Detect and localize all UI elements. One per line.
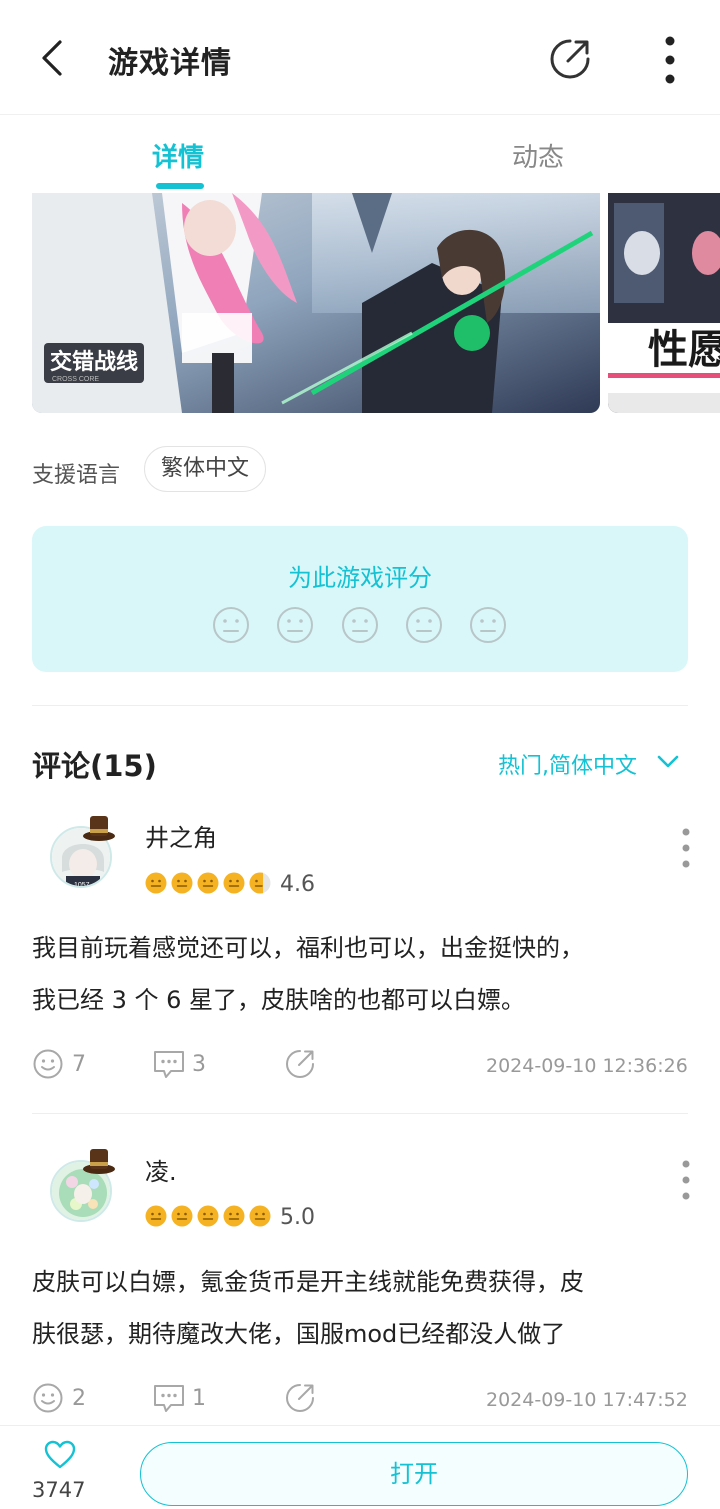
hat-badge-icon bbox=[83, 816, 115, 841]
rating-face-icon bbox=[171, 1205, 193, 1227]
neutral-face-icon[interactable] bbox=[276, 606, 314, 644]
divider bbox=[32, 1113, 688, 1114]
tab-indicator bbox=[156, 183, 204, 189]
rating-score: 5.0 bbox=[280, 1205, 315, 1230]
comment-text-line: 我已经 3 个 6 星了，皮肤啥的也都可以白嫖。 bbox=[32, 986, 526, 1014]
like-count: 2 bbox=[72, 1386, 86, 1411]
more-vertical-icon[interactable] bbox=[680, 828, 692, 868]
like-smile-icon[interactable] bbox=[32, 1048, 64, 1080]
favorite-count: 3747 bbox=[32, 1478, 86, 1502]
rating-face-icon bbox=[197, 1205, 219, 1227]
comments-filter[interactable]: 热门,简体中文 bbox=[498, 748, 637, 780]
game-logo-text: 交错战线 bbox=[50, 349, 138, 374]
more-vertical-icon[interactable] bbox=[680, 1160, 692, 1200]
neutral-face-icon[interactable] bbox=[405, 606, 443, 644]
hat-badge-icon bbox=[83, 1149, 115, 1174]
rating-face-icon bbox=[145, 1205, 167, 1227]
screenshot-2-text: 性愿 bbox=[648, 328, 720, 372]
top-app-bar: 游戏详情 bbox=[0, 0, 720, 115]
reply-count: 3 bbox=[192, 1052, 206, 1077]
tab-detail[interactable]: 详情 bbox=[152, 137, 204, 174]
game-screenshot-2[interactable]: 性愿 bbox=[608, 193, 720, 413]
more-menu-button[interactable] bbox=[656, 34, 684, 86]
neutral-face-icon[interactable] bbox=[212, 606, 250, 644]
rating-face-icon bbox=[223, 872, 245, 894]
comment-text-line: 我目前玩着感觉还可以，福利也可以，出金挺快的， bbox=[32, 934, 584, 962]
page-title: 游戏详情 bbox=[108, 46, 232, 81]
reply-icon[interactable] bbox=[152, 1048, 186, 1080]
like-count: 7 bbox=[72, 1052, 86, 1077]
chevron-down-icon[interactable] bbox=[656, 752, 680, 772]
share-button[interactable] bbox=[546, 35, 594, 83]
comment-text[interactable]: 皮肤可以白嫖，氪金货币是开主线就能免费获得，皮 肤很瑟，期待魔改大佬，国服mod… bbox=[32, 1256, 692, 1360]
rating-face-icon bbox=[249, 1205, 271, 1227]
neutral-face-icon[interactable] bbox=[341, 606, 379, 644]
commenter-name[interactable]: 井之角 bbox=[145, 818, 217, 853]
language-chip[interactable]: 繁体中文 bbox=[144, 446, 267, 492]
svg-text:1057: 1057 bbox=[74, 882, 90, 888]
comment-text[interactable]: 我目前玩着感觉还可以，福利也可以，出金挺快的， 我已经 3 个 6 星了，皮肤啥… bbox=[32, 922, 692, 1026]
share-icon[interactable] bbox=[284, 1382, 316, 1414]
heart-icon[interactable] bbox=[44, 1440, 76, 1470]
reply-count: 1 bbox=[192, 1386, 206, 1411]
comment-text-line: 皮肤可以白嫖，氪金货币是开主线就能免费获得，皮 bbox=[32, 1268, 584, 1296]
comment-timestamp: 2024-09-10 17:47:52 bbox=[486, 1389, 688, 1411]
support-language-label: 支援语言 bbox=[32, 463, 121, 488]
divider bbox=[32, 705, 688, 706]
like-smile-icon[interactable] bbox=[32, 1382, 64, 1414]
more-vertical-icon bbox=[665, 36, 675, 84]
game-screenshot[interactable]: 交错战线 CROSS CORE bbox=[32, 193, 600, 413]
share-icon bbox=[550, 39, 590, 79]
rate-game-title: 为此游戏评分 bbox=[288, 564, 432, 592]
rating-score: 4.6 bbox=[280, 872, 315, 897]
rating-face-partial-icon bbox=[249, 872, 271, 894]
reply-icon[interactable] bbox=[152, 1382, 186, 1414]
tab-news[interactable]: 动态 bbox=[512, 137, 564, 174]
comment-text-line: 肤很瑟，期待魔改大佬，国服mod已经都没人做了 bbox=[32, 1320, 566, 1348]
rating-face-icon bbox=[223, 1205, 245, 1227]
game-logo-subtext: CROSS CORE bbox=[52, 376, 99, 383]
bottom-action-bar: 3747 打开 bbox=[0, 1425, 720, 1509]
open-game-button[interactable]: 打开 bbox=[140, 1442, 688, 1506]
comment-timestamp: 2024-09-10 12:36:26 bbox=[486, 1055, 688, 1077]
rating-face-icon bbox=[171, 872, 193, 894]
commenter-name[interactable]: 凌. bbox=[145, 1152, 177, 1187]
screenshot-gallery[interactable]: 交错战线 CROSS CORE 性愿 bbox=[0, 193, 720, 415]
tab-bar: 详情 动态 bbox=[0, 115, 720, 193]
comments-title: 评论(15) bbox=[32, 749, 157, 783]
rate-game-card: 为此游戏评分 bbox=[32, 526, 688, 672]
chevron-left-icon bbox=[42, 40, 62, 76]
back-button[interactable] bbox=[32, 36, 76, 80]
rating-face-icon bbox=[145, 872, 167, 894]
neutral-face-icon[interactable] bbox=[469, 606, 507, 644]
rating-face-icon bbox=[197, 872, 219, 894]
share-icon[interactable] bbox=[284, 1048, 316, 1080]
rating-faces bbox=[212, 606, 512, 646]
